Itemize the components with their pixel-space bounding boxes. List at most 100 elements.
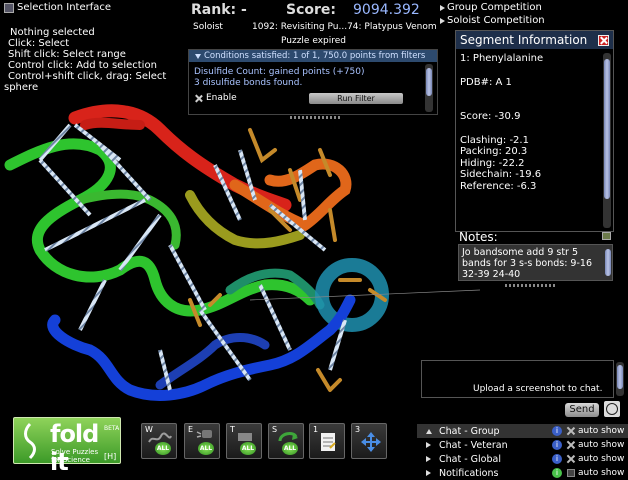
backbone-green[interactable] [4,138,316,317]
close-icon[interactable] [598,34,609,46]
notes-textarea[interactable]: Jo bandsome add 9 str 5 bands for 3 s-s … [458,244,613,281]
conditions-scrollbar[interactable] [425,64,433,112]
send-button[interactable]: Send [565,403,599,417]
chat-tab-label: Chat - Group [439,425,500,437]
conditions-header-text: Conditions satisfied: 1 of 1, 750.0 poin… [204,51,426,61]
notes-edit-icon[interactable] [602,232,611,240]
segment-scrollbar[interactable] [603,53,611,228]
score-value: 9094.392 [353,2,420,18]
chat-tab-veteran[interactable]: Chat - Veteran i auto show [417,438,628,452]
selection-help-line: Control click: Add to selection [8,60,157,71]
chat-tab-notifications[interactable]: Notifications i auto show [417,466,628,480]
condition-line: Disulfide Count: gained points (+750) [194,67,365,77]
notepad-button[interactable]: 1 [309,423,345,459]
auto-show-checkbox[interactable] [567,469,575,477]
segment-score: Score: -30.9 [460,111,521,122]
enable-label: Enable [206,93,237,103]
logo-hotkey: [H] [104,452,117,461]
rank-label: Rank: - [191,2,247,18]
conditions-resize-grip[interactable] [290,116,340,119]
all-badge: ALL [198,442,214,455]
chat-scroll-thumb[interactable] [617,365,623,389]
sidechain-all-button[interactable]: S ALL [268,423,304,459]
segment-info-header: Segment Information [456,31,613,49]
chat-scrollbar[interactable] [616,362,624,396]
auto-show-label: auto show [578,426,625,436]
auto-show-x-icon[interactable] [567,455,575,463]
run-filter-button[interactable]: Run Filter [309,93,403,104]
segment-scroll-thumb[interactable] [604,59,610,199]
score-panel: Rank: - Score: 9094.392 Soloist 1092: Re… [188,0,438,50]
auto-show-label: auto show [578,468,625,478]
selection-interface: Selection Interface Nothing selected Cli… [0,0,175,98]
checkbox-x-icon[interactable] [195,95,202,102]
triangle-right-icon [426,442,431,448]
tweak-all-button[interactable]: T ALL [226,423,262,459]
triangle-up-icon [426,428,432,434]
selection-status: Nothing selected [10,27,95,38]
conditions-scroll-thumb[interactable] [426,68,432,96]
upload-screenshot-hint[interactable]: Upload a screenshot to chat. [473,384,602,394]
triangle-right-icon [426,470,431,476]
selection-help-line: sphere [4,82,39,93]
info-icon[interactable]: i [552,426,562,436]
competition-links: Group Competition Soloist Competition [440,1,545,27]
segment-hiding: Hiding: -22.2 [460,157,525,169]
conditions-text: Disulfide Count: gained points (+750) 3 … [194,67,419,89]
info-icon[interactable]: i [552,468,562,478]
auto-show-label: auto show [578,440,625,450]
logo-beta: BETA [104,425,120,432]
move-button[interactable]: 3 [351,423,387,459]
backbone-red-upper[interactable] [80,117,145,130]
conditions-panel: Conditions satisfied: 1 of 1, 750.0 poin… [188,49,438,115]
wiggle-all-button[interactable]: W ALL [141,423,177,459]
soloist-competition-link[interactable]: Soloist Competition [440,14,545,27]
segment-name: 1: Phenylalanine [460,53,544,64]
chat-tab-label: Chat - Global [439,453,501,465]
logo-tagline: Solve Puzzles for Science [51,448,98,464]
all-badge: ALL [240,442,256,455]
segment-reference: Reference: -6.3 [460,180,537,192]
selection-title: Selection Interface [4,2,171,13]
group-competition-link[interactable]: Group Competition [440,1,545,14]
segment-info-body: 1: Phenylalanine PDB#: A 1 Score: -30.9 … [460,53,600,192]
notes-scroll-thumb[interactable] [605,249,611,276]
chat-tab-label: Chat - Veteran [439,439,508,451]
selection-title-text: Selection Interface [17,2,112,13]
enable-toggle[interactable]: Enable [195,93,237,103]
all-badge: ALL [282,442,298,455]
conditions-header[interactable]: Conditions satisfied: 1 of 1, 750.0 poin… [189,50,437,62]
chat-tab-group[interactable]: Chat - Group i auto show [417,424,628,438]
foldit-logo[interactable]: fold it BETA Solve Puzzles for Science [… [13,417,121,476]
triangle-right-icon [440,4,445,11]
notes-label: Notes: [459,230,498,244]
collapse-icon [195,53,201,59]
info-icon[interactable]: i [552,440,562,450]
hotkey-label: 1 [313,425,319,434]
segment-info-title: Segment Information [460,33,588,47]
all-badge: ALL [155,442,171,455]
selection-help-line: Click: Select [8,38,70,49]
chat-tab-global[interactable]: Chat - Global i auto show [417,452,628,466]
clock-icon[interactable] [604,401,620,417]
notepad-icon [321,433,336,451]
player-role: Soloist [193,22,223,32]
notes-scrollbar[interactable] [604,246,612,279]
group-competition-label: Group Competition [447,2,542,13]
segment-pdb: PDB#: A 1 [460,76,512,88]
chat-tab-label: Notifications [439,467,499,479]
soloist-competition-label: Soloist Competition [447,15,545,26]
selection-help-line: Control+shift click, drag: Select [8,71,167,82]
shake-icon [196,430,212,438]
puzzle-status: Puzzle expired [281,36,346,46]
auto-show-x-icon[interactable] [567,441,575,449]
selection-interface-icon[interactable] [4,2,14,13]
auto-show-x-icon[interactable] [567,427,575,435]
condition-line: 3 disulfide bonds found. [194,78,303,88]
notes-resize-grip[interactable] [505,284,555,287]
shake-all-button[interactable]: E ALL [184,423,220,459]
puzzle-name: 1092: Revisiting Pu...74: Platypus Venom [252,22,437,32]
info-icon[interactable]: i [552,454,562,464]
backbone-green-lower[interactable] [75,189,181,250]
triangle-right-icon [426,456,431,462]
